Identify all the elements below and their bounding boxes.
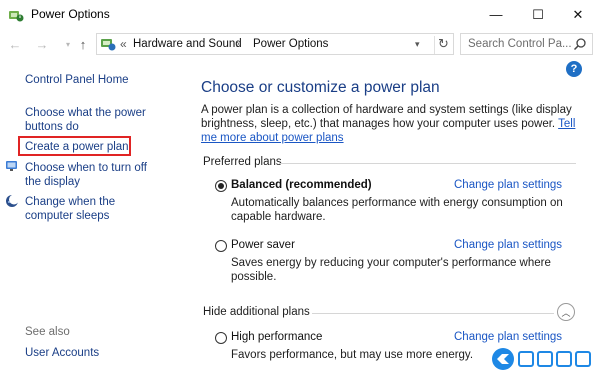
refresh-icon[interactable]: ↻ [434,36,449,54]
breadcrumb-overflow-icon[interactable]: « [120,37,127,51]
plan-description-power-saver: Saves energy by reducing your computer's… [231,257,551,283]
divider [312,313,554,314]
display-shield-icon [6,161,17,171]
change-plan-settings-balanced[interactable]: Change plan settings [454,179,562,191]
plan-radio-power-saver[interactable] [215,240,227,252]
close-button[interactable]: ✕ [558,0,598,29]
preferred-plans-label: Preferred plans [203,156,282,168]
search-icon[interactable] [573,37,587,51]
sidebar-item-control-panel-home[interactable]: Control Panel Home [25,73,129,87]
minimize-button[interactable]: — [476,0,516,29]
power-options-icon [9,11,24,22]
help-icon[interactable]: ? [566,61,582,77]
watermark-logo [487,343,597,375]
window-title: Power Options [31,7,110,21]
plan-radio-high-performance[interactable] [215,332,227,344]
watermark-logo-glyphs [518,351,591,367]
sidebar-item-computer-sleeps[interactable]: Change when the computer sleeps [25,195,165,223]
breadcrumb-separator-icon[interactable]: › [236,38,240,50]
search-placeholder: Search Control Pa... [468,38,572,50]
sleep-moon-icon [6,194,19,207]
up-arrow-icon[interactable]: ↑ [74,36,92,52]
address-bar: ← → ▾ ↑ « Hardware and Sound › Power Opt… [0,29,600,59]
intro-body: A power plan is a collection of hardware… [201,104,572,130]
intro-text: A power plan is a collection of hardware… [201,103,576,145]
sidebar-item-turn-off-display[interactable]: Choose when to turn off the display [25,161,165,189]
title-bar: Power Options — ☐ ✕ [0,0,600,29]
back-arrow-icon[interactable]: ← [6,36,24,52]
plan-name-power-saver[interactable]: Power saver [231,239,295,251]
plan-name-high-performance[interactable]: High performance [231,331,322,343]
divider [279,163,576,164]
sidebar-item-user-accounts[interactable]: User Accounts [25,346,99,360]
breadcrumb-hardware-and-sound[interactable]: Hardware and Sound [133,38,242,50]
breadcrumb-power-options[interactable]: Power Options [253,38,328,50]
change-plan-settings-high-performance[interactable]: Change plan settings [454,331,562,343]
forward-arrow-icon[interactable]: → [33,36,51,52]
plan-radio-balanced[interactable] [215,180,227,192]
page-title: Choose or customize a power plan [201,79,440,96]
see-also-label: See also [25,326,70,338]
sidebar-item-power-buttons[interactable]: Choose what the power buttons do [25,106,165,134]
maximize-button[interactable]: ☐ [518,0,558,29]
control-panel-icon [101,39,116,51]
change-plan-settings-power-saver[interactable]: Change plan settings [454,239,562,251]
sidebar-item-create-power-plan[interactable]: Create a power plan [25,140,129,154]
breadcrumb[interactable]: « Hardware and Sound › Power Options ▾ ↻ [96,33,454,55]
search-input[interactable]: Search Control Pa... [460,33,593,55]
plan-name-balanced[interactable]: Balanced (recommended) [231,179,372,191]
address-dropdown-icon[interactable]: ▾ [415,39,420,50]
hide-additional-plans-toggle[interactable]: Hide additional plans [203,306,310,318]
chevron-up-icon[interactable]: ︿ [557,303,575,321]
watermark-logo-icon [492,348,514,370]
plan-description-balanced: Automatically balances performance with … [231,197,563,223]
